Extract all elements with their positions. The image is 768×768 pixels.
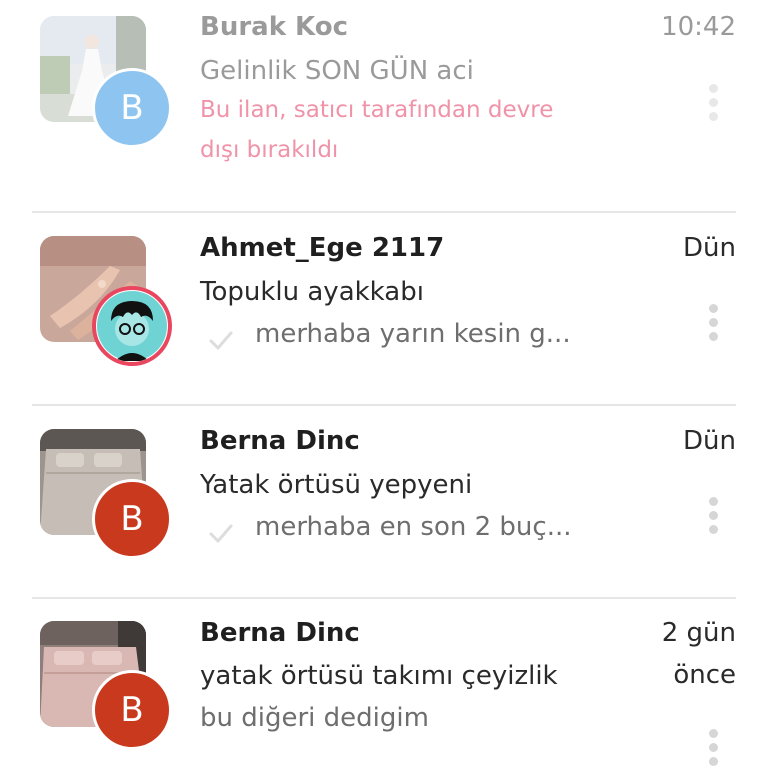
conversation-row[interactable]: B Berna Dinc Yatak örtüsü yepyeni merhab…: [0, 406, 768, 597]
user-avatar: B: [92, 68, 172, 148]
avatar-letter: B: [120, 690, 144, 730]
last-message-preview: merhaba yarın kesin g...: [255, 319, 571, 349]
listing-title: yatak örtüsü takımı çeyizlik: [200, 661, 558, 691]
sender-name: Berna Dinc: [200, 426, 360, 456]
user-avatar: B: [92, 670, 172, 750]
listing-title: Gelinlik SON GÜN aci: [200, 56, 474, 86]
more-vertical-icon[interactable]: [704, 497, 722, 541]
avatar-letter: B: [120, 499, 144, 539]
message-time: 2 gün: [661, 618, 736, 648]
sender-name: Burak Koc: [200, 12, 349, 42]
conversation-row[interactable]: B Berna Dinc yatak örtüsü takımı çeyizli…: [0, 599, 768, 768]
listing-status-text: Bu ilan, satıcı tarafından devre: [200, 97, 554, 123]
user-avatar: [92, 286, 172, 366]
sender-name: Ahmet_Ege 2117: [200, 233, 445, 263]
last-message-preview: merhaba en son 2 buç...: [255, 512, 572, 542]
more-vertical-icon[interactable]: [704, 304, 722, 348]
message-time: Dün: [683, 233, 736, 263]
message-time-2: önce: [673, 660, 736, 690]
check-icon: [209, 524, 233, 543]
avatar-letter: B: [120, 88, 144, 128]
conversation-list: B Burak Koc Gelinlik SON GÜN aci Bu ilan…: [0, 0, 768, 768]
conversation-row[interactable]: Ahmet_Ege 2117 Topuklu ayakkabı merhaba …: [0, 213, 768, 404]
listing-status-text-2: dışı bırakıldı: [200, 137, 339, 163]
more-vertical-icon[interactable]: [704, 729, 722, 768]
message-time: 10:42: [661, 12, 736, 42]
user-avatar: B: [92, 479, 172, 559]
last-message-preview: bu diğeri dedigim: [200, 703, 429, 733]
listing-title: Topuklu ayakkabı: [200, 277, 424, 307]
conversation-row[interactable]: B Burak Koc Gelinlik SON GÜN aci Bu ilan…: [0, 0, 768, 212]
listing-title: Yatak örtüsü yepyeni: [200, 470, 473, 500]
character-avatar-image: [97, 291, 167, 361]
sender-name: Berna Dinc: [200, 618, 360, 648]
message-time: Dün: [683, 426, 736, 456]
check-icon: [209, 331, 233, 350]
more-vertical-icon[interactable]: [704, 84, 722, 128]
